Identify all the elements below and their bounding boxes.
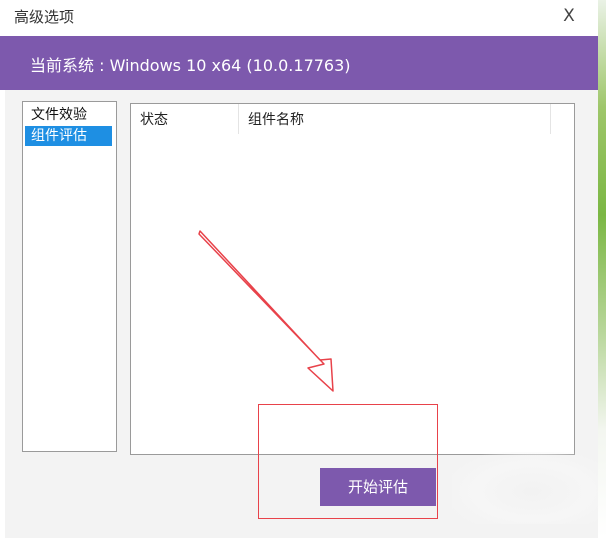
sidebar-item-file-verify[interactable]: 文件效验 <box>25 105 112 125</box>
blur-smudge <box>452 452 598 524</box>
system-info-banner: 当前系统 : Windows 10 x64 (10.0.17763) <box>0 36 598 90</box>
column-header-component-name[interactable]: 组件名称 <box>239 104 551 134</box>
system-info-label: 当前系统 : Windows 10 x64 (10.0.17763) <box>30 56 351 75</box>
component-table[interactable]: 状态 组件名称 <box>130 103 575 455</box>
advanced-options-dialog: 高级选项 X 当前系统 : Windows 10 x64 (10.0.17763… <box>0 0 598 538</box>
table-header: 状态 组件名称 <box>131 104 574 134</box>
close-button[interactable]: X <box>557 3 581 27</box>
start-assessment-button[interactable]: 开始评估 <box>320 468 436 506</box>
page: 高级选项 X 当前系统 : Windows 10 x64 (10.0.17763… <box>0 0 606 538</box>
background-wallpaper-strip <box>598 0 606 538</box>
column-header-status[interactable]: 状态 <box>131 104 239 134</box>
sidebar-list[interactable]: 文件效验 组件评估 <box>22 101 117 452</box>
window-title: 高级选项 <box>14 8 75 26</box>
sidebar-item-component-assess[interactable]: 组件评估 <box>25 126 112 146</box>
title-bar[interactable]: 高级选项 X <box>0 0 598 36</box>
